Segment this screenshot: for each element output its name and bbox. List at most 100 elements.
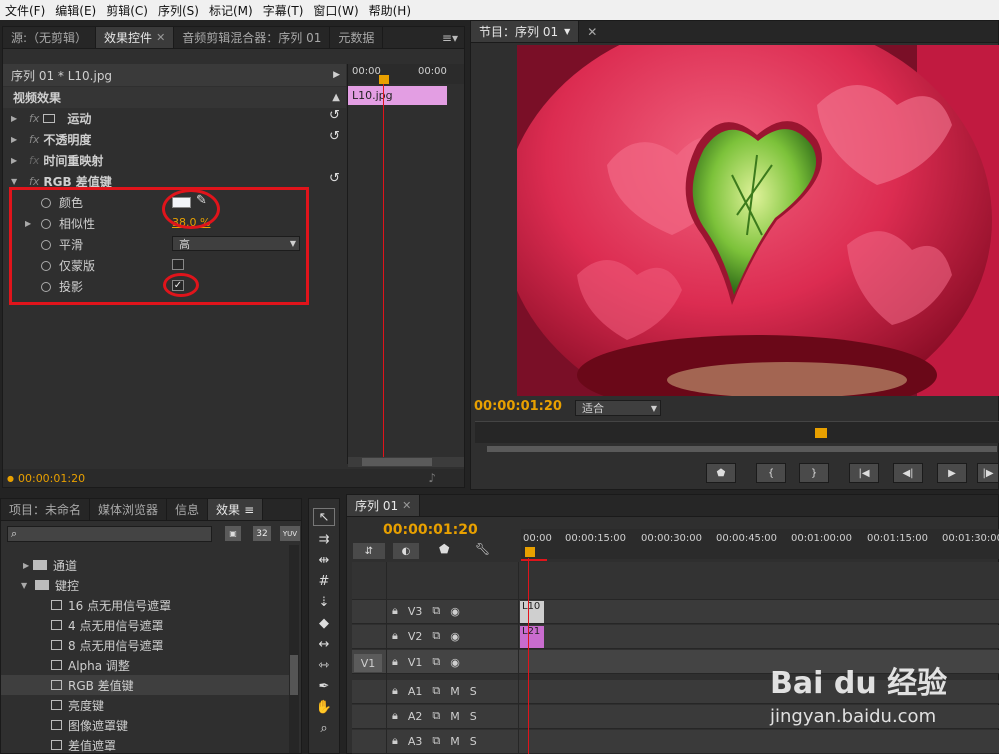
mute-button[interactable]: M	[450, 685, 460, 698]
solo-button[interactable]: S	[470, 735, 477, 748]
slip-tool-icon[interactable]: ↔	[313, 635, 335, 653]
fx-icon[interactable]: fx	[29, 112, 39, 125]
effect-row-motion[interactable]: ▶ fx 运动	[3, 108, 91, 129]
tab-info[interactable]: 信息	[167, 499, 209, 520]
tree-item[interactable]: Alpha 调整	[1, 655, 291, 675]
program-video-frame[interactable]	[517, 45, 999, 396]
tab-project[interactable]: 项目：未命名	[1, 499, 91, 520]
tab-effect-controls[interactable]: 效果控件 ✕	[96, 27, 175, 48]
sync-lock-icon[interactable]: ⧉	[432, 655, 440, 669]
transform-icon[interactable]	[43, 114, 56, 123]
play-button[interactable]: ▶	[937, 463, 967, 483]
lock-icon[interactable]: 🔒︎	[392, 604, 398, 618]
panel-menu-icon[interactable]: ≡	[244, 503, 254, 517]
solo-button[interactable]: S	[470, 685, 477, 698]
tab-media-browser[interactable]: 媒体浏览器	[90, 499, 168, 520]
tab-metadata[interactable]: 元数据	[330, 27, 384, 48]
add-marker-button[interactable]: ⬟	[706, 463, 736, 483]
solo-button[interactable]: S	[470, 710, 477, 723]
mute-button[interactable]: M	[450, 735, 460, 748]
zoom-scrollbar[interactable]	[487, 446, 997, 452]
slide-tool-icon[interactable]: ⇿	[313, 656, 335, 674]
menu-clip[interactable]: 剪辑(C)	[101, 2, 153, 19]
tree-item[interactable]: 图像遮罩键	[1, 715, 291, 735]
rolling-edit-tool-icon[interactable]: #	[313, 572, 335, 590]
lock-icon[interactable]: 🔒︎	[392, 629, 398, 643]
add-marker-icon[interactable]: ⬟	[439, 542, 449, 556]
menu-title[interactable]: 字幕(T)	[258, 2, 309, 19]
expand-triangle-icon[interactable]: ▶	[11, 114, 21, 123]
hand-tool-icon[interactable]: ✋	[313, 698, 335, 716]
scrollbar-thumb[interactable]	[290, 655, 298, 695]
mark-out-button[interactable]: }	[799, 463, 829, 483]
mini-timeline-ruler[interactable]: 00:00 00:00	[348, 64, 464, 84]
sync-lock-icon[interactable]: ⧉	[432, 604, 440, 618]
lock-icon[interactable]: 🔒︎	[392, 655, 398, 669]
step-back-button[interactable]: ◀|	[893, 463, 923, 483]
tree-folder-channel[interactable]: ▶ 通道	[1, 555, 291, 575]
menu-edit[interactable]: 编辑(E)	[50, 2, 101, 19]
collapse-icon[interactable]: ▲	[332, 92, 340, 103]
32bit-icon[interactable]: 32	[253, 526, 271, 541]
tree-item-selected[interactable]: RGB 差值键	[1, 675, 291, 695]
playhead-marker-icon[interactable]	[525, 547, 535, 557]
lock-icon[interactable]: 🔒︎	[392, 709, 398, 723]
collapse-triangle-icon[interactable]: ▼	[11, 177, 21, 186]
panel-menu-icon[interactable]: ≡▾	[436, 27, 464, 48]
timeline-ruler[interactable]: 00:00 00:00:15:00 00:00:30:00 00:00:45:0…	[521, 529, 999, 559]
pen-tool-icon[interactable]: ✒	[313, 677, 335, 695]
sync-lock-icon[interactable]: ⧉	[432, 709, 440, 723]
reset-icon[interactable]: ↺	[329, 129, 340, 144]
chevron-down-icon[interactable]: ▼	[564, 27, 570, 36]
sync-lock-icon[interactable]: ⧉	[432, 734, 440, 748]
tree-folder-keying[interactable]: ▼ 键控	[1, 575, 291, 595]
clip-l10[interactable]: L10	[520, 601, 544, 623]
selection-tool-icon[interactable]: ↖	[313, 508, 335, 526]
menu-help[interactable]: 帮助(H)	[364, 2, 416, 19]
tree-item[interactable]: 8 点无用信号遮罩	[1, 635, 291, 655]
scrollbar-thumb[interactable]	[362, 458, 432, 466]
sync-lock-icon[interactable]: ⧉	[432, 684, 440, 698]
snap-icon[interactable]: ◐	[393, 543, 419, 559]
ripple-edit-tool-icon[interactable]: ⇹	[313, 551, 335, 569]
timeline-timecode[interactable]: 00:00:01:20	[383, 522, 478, 538]
tab-effects[interactable]: 效果 ≡	[208, 499, 264, 520]
close-icon[interactable]: ✕	[402, 499, 411, 512]
rate-stretch-tool-icon[interactable]: ⇣	[313, 593, 335, 611]
fx-icon[interactable]: fx	[29, 133, 39, 146]
tab-program[interactable]: 节目：序列 01 ▼	[471, 21, 580, 42]
tab-audio-mixer[interactable]: 音频剪辑混合器：序列 01	[174, 27, 331, 48]
menu-marker[interactable]: 标记(M)	[204, 2, 258, 19]
tab-source[interactable]: 源:（无剪辑）	[3, 27, 97, 48]
go-to-in-button[interactable]: |◀	[849, 463, 879, 483]
clip-l21[interactable]: L21	[520, 626, 544, 648]
reset-icon[interactable]: ↺	[329, 171, 340, 186]
fit-dropdown[interactable]: 适合 ▼	[575, 400, 661, 416]
accelerated-effects-icon[interactable]: ▣	[225, 526, 241, 541]
effect-row-time-remap[interactable]: ▶ fx 时间重映射	[3, 150, 103, 171]
close-icon[interactable]: ✕	[156, 31, 165, 44]
nest-toggle-icon[interactable]: ⇵	[353, 543, 385, 559]
mini-scrollbar[interactable]	[348, 457, 464, 467]
effect-row-opacity[interactable]: ▶ fx 不透明度	[3, 129, 91, 150]
close-icon[interactable]: ✕	[579, 21, 605, 42]
lock-icon[interactable]: 🔒︎	[392, 734, 398, 748]
sync-lock-icon[interactable]: ⧉	[432, 629, 440, 643]
tree-item[interactable]: 差值遮罩	[1, 735, 291, 754]
reset-icon[interactable]: ↺	[329, 108, 340, 123]
lock-icon[interactable]: 🔒︎	[392, 684, 398, 698]
program-scrubber[interactable]	[475, 421, 999, 443]
eye-icon[interactable]: ◉	[450, 656, 460, 669]
wrench-icon[interactable]: 🔧︎	[475, 542, 490, 556]
tree-item[interactable]: 4 点无用信号遮罩	[1, 615, 291, 635]
clip-bar[interactable]: L10.jpg	[348, 86, 447, 105]
menu-file[interactable]: 文件(F)	[0, 2, 50, 19]
eye-icon[interactable]: ◉	[450, 630, 460, 643]
mute-button[interactable]: M	[450, 710, 460, 723]
menu-sequence[interactable]: 序列(S)	[153, 2, 204, 19]
razor-tool-icon[interactable]: ◆	[313, 614, 335, 632]
playhead-marker-icon[interactable]	[815, 428, 827, 438]
yuv-icon[interactable]: YUV	[280, 526, 300, 541]
mark-in-button[interactable]: {	[756, 463, 786, 483]
tree-item[interactable]: 亮度键	[1, 695, 291, 715]
